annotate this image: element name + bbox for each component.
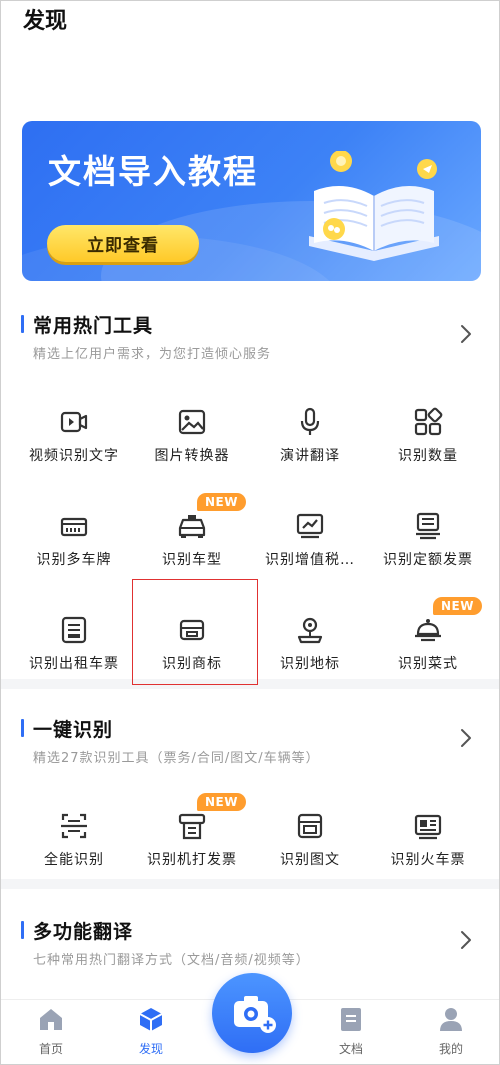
tool-image-converter[interactable]: 图片转换器: [133, 401, 251, 493]
landmark-icon: [297, 617, 323, 644]
microphone-icon: [300, 407, 320, 435]
section-divider: [1, 879, 499, 889]
home-icon: [40, 1009, 62, 1030]
tool-fixed-invoice[interactable]: 识别定额发票: [369, 505, 487, 597]
new-badge: NEW: [197, 493, 246, 511]
banner-title: 文档导入教程: [48, 152, 258, 191]
chevron-right-icon: [461, 325, 471, 343]
apps-icon: [414, 407, 443, 436]
video-icon: [60, 411, 88, 433]
tool-label: 识别车型: [162, 552, 222, 568]
image-icon: [178, 409, 206, 435]
tutorial-banner[interactable]: 文档导入教程 立即查看: [22, 121, 481, 281]
tool-label: 视频识别文字: [29, 448, 119, 464]
section-accent-bar: [21, 315, 24, 333]
one-click-recognition-section: 一键识别 精选27款识别工具（票务/合同/图文/车辆等） 全能识别 NEW 识别…: [1, 689, 499, 879]
section-subtitle: 七种常用热门翻译方式（文档/音频/视频等）: [33, 953, 310, 968]
tool-label: 识别机打发票: [147, 852, 237, 868]
tab-label: 文档: [338, 1042, 363, 1056]
image-text-icon: [297, 813, 323, 839]
new-badge: NEW: [197, 793, 246, 811]
tab-label: 我的: [438, 1042, 463, 1056]
tool-label: 识别火车票: [390, 852, 466, 868]
tool-label: 识别数量: [398, 448, 458, 464]
receipt-icon: [416, 512, 440, 540]
taxi-icon: [178, 515, 206, 538]
section-subtitle: 精选上亿用户需求，为您打造倾心服务: [33, 347, 272, 362]
camera-plus-icon: [234, 996, 276, 1033]
document-icon: [341, 1008, 361, 1031]
printer-invoice-icon: [178, 813, 206, 840]
tool-label: 识别商标: [162, 656, 222, 672]
one-click-tools-grid: 全能识别 NEW 识别机打发票 识别图文 识别火车票: [15, 793, 487, 885]
license-plate-icon: [60, 517, 88, 537]
tool-vat-invoice[interactable]: 识别增值税…: [251, 505, 369, 597]
page-title: 发现: [23, 9, 68, 34]
tab-label: 首页: [38, 1042, 63, 1056]
tool-label: 识别出租车票: [29, 656, 119, 672]
new-badge: NEW: [433, 597, 482, 615]
open-book-illustration: [309, 151, 439, 261]
one-click-header[interactable]: 一键识别 精选27款识别工具（票务/合同/图文/车辆等）: [1, 689, 499, 766]
tab-documents[interactable]: 文档: [301, 1000, 401, 1064]
tool-label: 图片转换器: [154, 448, 230, 464]
chevron-right-icon: [461, 931, 471, 949]
section-title: 一键识别: [33, 719, 114, 741]
tool-label: 识别多车牌: [36, 552, 112, 568]
taxi-ticket-icon: [61, 616, 87, 644]
section-title: 多功能翻译: [33, 921, 134, 943]
camera-scan-button[interactable]: [212, 973, 292, 1053]
trademark-icon: [179, 619, 205, 641]
dish-icon: [415, 619, 441, 642]
tool-video-to-text[interactable]: 视频识别文字: [15, 401, 133, 493]
section-divider: [1, 679, 499, 689]
section-title: 常用热门工具: [33, 315, 154, 337]
tool-label: 识别地标: [280, 656, 340, 672]
invoice-chart-icon: [296, 513, 324, 539]
discover-screen: 发现 文档导入教程 立即查看 常用热门工具 精选上亿用户需求，为您打造倾心服务: [0, 0, 500, 1065]
discover-cube-icon: [139, 1008, 163, 1031]
view-now-button[interactable]: 立即查看: [47, 225, 199, 262]
tool-count-recognition[interactable]: 识别数量: [369, 401, 487, 493]
popular-tools-section: 常用热门工具 精选上亿用户需求，为您打造倾心服务 视频识别文字 图片转换器 演讲…: [1, 299, 499, 681]
chevron-right-icon: [461, 729, 471, 747]
tool-label: 识别增值税…: [265, 552, 355, 568]
tab-label: 发现: [138, 1042, 163, 1056]
tool-label: 识别定额发票: [383, 552, 473, 568]
tool-label: 识别菜式: [398, 656, 458, 672]
popular-tools-header[interactable]: 常用热门工具 精选上亿用户需求，为您打造倾心服务: [1, 299, 499, 369]
scan-icon: [61, 813, 87, 839]
tab-profile[interactable]: 我的: [401, 1000, 499, 1064]
tab-home[interactable]: 首页: [1, 1000, 101, 1064]
multi-translation-header[interactable]: 多功能翻译 七种常用热门翻译方式（文档/音频/视频等）: [1, 889, 499, 968]
section-subtitle: 精选27款识别工具（票务/合同/图文/车辆等）: [33, 751, 320, 766]
train-ticket-icon: [414, 814, 442, 840]
tool-label: 全能识别: [44, 852, 104, 868]
tool-speech-translate[interactable]: 演讲翻译: [251, 401, 369, 493]
user-icon: [440, 1008, 462, 1031]
tool-label: 演讲翻译: [280, 448, 340, 464]
tab-discover[interactable]: 发现: [101, 1000, 201, 1064]
tool-multi-license-plate[interactable]: 识别多车牌: [15, 505, 133, 597]
section-accent-bar: [21, 921, 24, 939]
tool-car-model[interactable]: NEW 识别车型: [133, 493, 251, 597]
tool-label: 识别图文: [280, 852, 340, 868]
section-accent-bar: [21, 719, 24, 737]
popular-tools-grid: 视频识别文字 图片转换器 演讲翻译 识别数量 识别多车牌 NEW 识别车型 识别…: [15, 401, 487, 681]
